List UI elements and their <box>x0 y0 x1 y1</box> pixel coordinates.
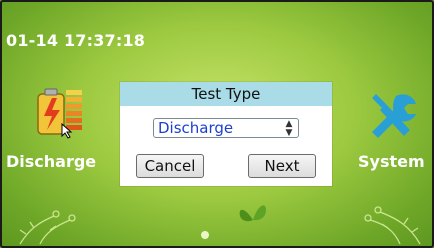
cancel-button[interactable]: Cancel <box>136 154 204 178</box>
decorative-dot-icon <box>201 231 209 239</box>
select-updown-icon: ▲ ▼ <box>285 119 293 138</box>
battery-icon <box>37 88 82 139</box>
select-value: Discharge <box>158 119 234 137</box>
test-type-dialog: Test Type Discharge ▲ ▼ Cancel Next <box>120 82 332 186</box>
system-app-button[interactable] <box>362 86 422 142</box>
dialog-title: Test Type <box>120 82 332 106</box>
decorative-flower-left-icon <box>19 210 76 245</box>
tools-icon <box>372 94 416 138</box>
decorative-butterfly-icon <box>239 205 266 222</box>
decorative-flower-right-icon <box>364 206 421 245</box>
discharge-app-button[interactable] <box>30 84 94 140</box>
test-type-select[interactable]: Discharge ▲ ▼ <box>153 118 299 138</box>
next-button[interactable]: Next <box>248 154 316 178</box>
discharge-app-label: Discharge <box>6 152 97 171</box>
status-datetime: 01-14 17:37:18 <box>6 31 146 50</box>
system-app-label: System <box>358 152 425 171</box>
